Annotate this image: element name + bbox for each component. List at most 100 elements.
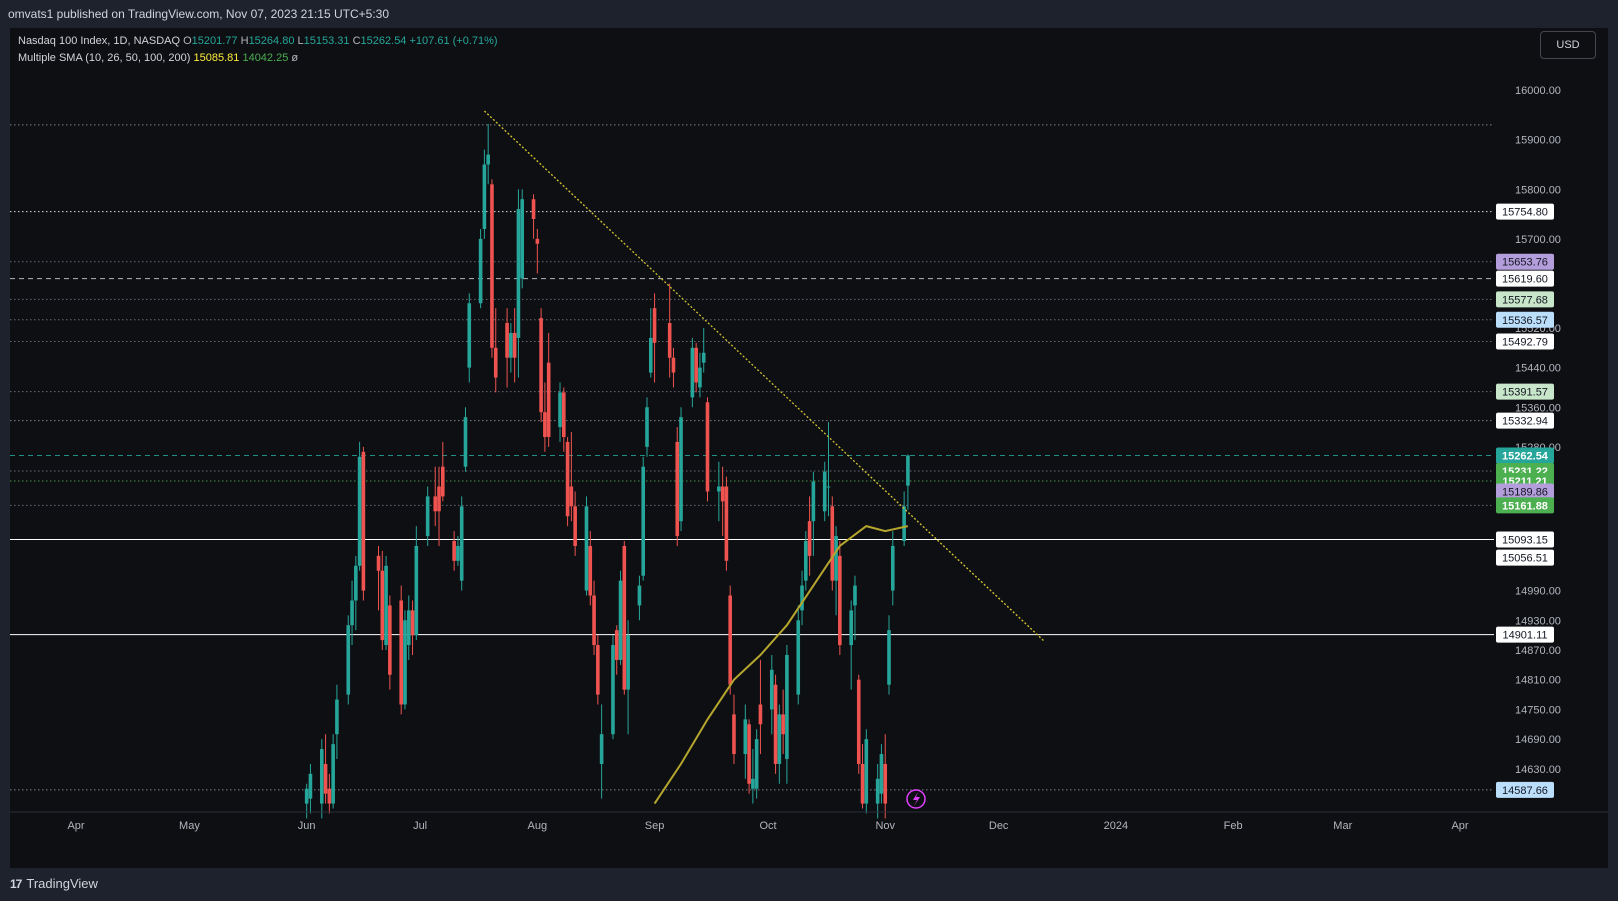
indicator-title[interactable]: Multiple SMA (10, 26, 50, 100, 200) — [18, 52, 190, 64]
candle-body — [622, 545, 627, 690]
candle-body — [675, 441, 680, 537]
candle-body — [308, 773, 313, 799]
candle-body — [645, 407, 649, 447]
candle-body — [486, 154, 490, 165]
price-tick-label: 14870.00 — [1515, 645, 1561, 657]
candle-body — [509, 332, 513, 358]
time-tick-label: Jun — [298, 820, 316, 832]
symbol-title[interactable]: Nasdaq 100 Index, 1D, NASDAQ — [18, 35, 180, 47]
candle-body — [800, 585, 804, 611]
candle-body — [834, 536, 838, 581]
candle-body — [546, 362, 551, 437]
open-value: 15201.77 — [191, 35, 238, 47]
candlestick-chart[interactable]: 16000.0015900.0015800.0015700.0015520.00… — [10, 28, 1608, 868]
lightning-bolt-icon — [913, 792, 920, 806]
candle-body — [890, 545, 895, 591]
candle-body — [452, 541, 456, 561]
axes: 16000.0015900.0015800.0015700.0015520.00… — [10, 28, 1608, 868]
price-tick-label: 15700.00 — [1515, 234, 1561, 246]
candle-body — [648, 337, 653, 373]
candle-body — [694, 347, 698, 383]
candle-body — [717, 486, 721, 492]
high-label: H — [240, 35, 249, 47]
brand[interactable]: 17 TradingView — [10, 876, 98, 891]
candle-body — [777, 714, 782, 764]
candle-body — [637, 585, 642, 606]
time-tick-label: Nov — [875, 820, 895, 832]
price-tick-label: 15900.00 — [1515, 135, 1561, 147]
chart-panel[interactable]: 16000.00 15900.00 15800.00 15700.00 15520.00… — [10, 28, 1608, 868]
candle-body — [751, 778, 755, 789]
candle-body — [569, 486, 574, 507]
candle-body — [543, 412, 547, 437]
level-price-label: 14587.66 — [1502, 785, 1548, 797]
candle-body — [520, 199, 525, 279]
candle-body — [505, 323, 509, 358]
candle-body — [667, 323, 672, 358]
level-price-label: 15619.60 — [1502, 274, 1548, 286]
candle-body — [838, 555, 842, 646]
candle-body — [611, 645, 615, 735]
price-tick-label: 15440.00 — [1515, 363, 1561, 375]
candle-body — [883, 763, 888, 804]
level-price-label: 15093.15 — [1502, 534, 1548, 546]
candle-body — [354, 565, 358, 601]
level-price-label: 15189.86 — [1502, 487, 1548, 499]
close-label: C — [352, 35, 361, 47]
candle-body — [811, 481, 816, 522]
sma-value-2: 14042.25 — [242, 52, 289, 64]
candle-body — [796, 620, 801, 695]
chart-legend: Nasdaq 100 Index, 1D, NASDAQ O15201.77 H… — [18, 33, 498, 67]
bottom-bar: 17 TradingView — [0, 868, 1618, 901]
price-tick-label: 14930.00 — [1515, 615, 1561, 627]
level-price-label: 14901.11 — [1502, 630, 1547, 642]
candle-body — [539, 318, 543, 413]
level-price-label: 15577.68 — [1502, 294, 1548, 306]
sma-value-1: 15085.81 — [193, 52, 240, 64]
publisher-info: omvats1 published on TradingView.com, No… — [8, 7, 390, 21]
level-price-label: 15492.79 — [1502, 336, 1548, 348]
candle-body — [512, 332, 517, 358]
time-tick-label: Mar — [1333, 820, 1352, 832]
time-tick-label: Aug — [528, 820, 548, 832]
candle-body — [516, 209, 521, 338]
time-tick-label: Jul — [413, 820, 427, 832]
currency-button[interactable]: USD — [1540, 31, 1596, 59]
candle-body — [414, 545, 419, 636]
candle-body — [747, 724, 751, 784]
candle-body — [425, 496, 430, 537]
candle-body — [327, 788, 332, 804]
candle-body — [592, 595, 596, 646]
candle-body — [346, 625, 351, 695]
candle-body — [467, 303, 472, 368]
candle-body — [902, 506, 906, 542]
candle-body — [562, 392, 566, 437]
candle-body — [482, 164, 487, 229]
high-value: 15264.80 — [248, 35, 295, 47]
level-price-label: 15653.76 — [1502, 257, 1548, 269]
candle-body — [319, 749, 324, 804]
candle-body — [493, 347, 498, 378]
candle-body — [388, 605, 392, 675]
candle-body — [399, 600, 404, 705]
price-tick-label: 15800.00 — [1515, 184, 1561, 196]
candle-body — [732, 714, 736, 755]
price-tick-label: 15360.00 — [1515, 402, 1561, 414]
time-tick-label: 2024 — [1104, 820, 1128, 832]
candle-body — [679, 417, 683, 522]
candle-body — [335, 699, 339, 735]
level-price-label: 15391.57 — [1502, 387, 1548, 399]
sma-value-3: ø — [291, 52, 299, 64]
trendline — [483, 110, 1045, 642]
candle-body — [822, 471, 827, 512]
time-tick-label: Oct — [759, 820, 776, 832]
level-price-label: 15056.51 — [1502, 553, 1548, 565]
candle-body — [879, 754, 884, 794]
tradingview-logo-icon: 17 — [10, 876, 22, 891]
candle-body — [433, 496, 438, 512]
candle-body — [599, 734, 604, 764]
close-value: 15262.54 — [360, 35, 407, 47]
candle-body — [456, 545, 460, 561]
candle-body — [376, 555, 381, 571]
candle-body — [754, 739, 759, 789]
